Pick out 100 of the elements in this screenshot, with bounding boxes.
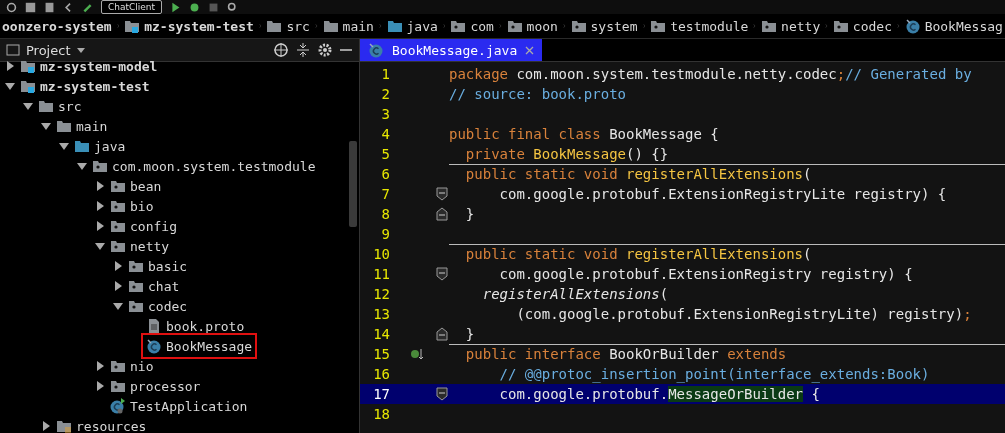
breadcrumb-item[interactable]: oonzero-system	[0, 18, 114, 34]
class-icon	[904, 18, 921, 34]
collapsed-arrow-icon[interactable]	[4, 60, 16, 72]
code-line: registerAllExtensions(	[481, 286, 669, 302]
expanded-arrow-icon[interactable]	[94, 240, 106, 252]
code-line: }	[464, 206, 475, 222]
package-folder-icon	[128, 258, 144, 274]
line-number: 10	[372, 246, 391, 262]
collapse-all-icon[interactable]	[295, 42, 311, 58]
fold-marker-icon[interactable]	[436, 187, 448, 201]
module-folder-icon	[20, 58, 36, 74]
breadcrumb-item[interactable]: com	[448, 18, 496, 34]
folder-icon	[74, 138, 90, 154]
code-line: public interface BookOrBuilder extends	[464, 346, 787, 362]
line-number: 3	[380, 106, 391, 122]
tree-item-label[interactable]: nio	[130, 358, 154, 374]
code-line: com.google.protobuf.MessageOrBuilder {	[498, 386, 820, 402]
breadcrumb-item[interactable]: mz-system-test	[122, 18, 256, 34]
code-line: public final class BookMessage {	[448, 126, 719, 142]
fold-marker-icon[interactable]	[436, 387, 448, 401]
breadcrumb-item[interactable]: java	[384, 18, 440, 34]
collapsed-arrow-icon[interactable]	[94, 180, 106, 192]
tree-item-label[interactable]: TestApplication	[130, 398, 248, 414]
close-icon[interactable]	[525, 45, 535, 55]
collapsed-arrow-icon[interactable]	[40, 420, 52, 432]
collapsed-arrow-icon[interactable]	[94, 200, 106, 212]
collapsed-arrow-icon[interactable]	[94, 220, 106, 232]
tree-item-label[interactable]: processor	[130, 378, 201, 394]
package-folder-icon	[761, 18, 778, 34]
panel-title[interactable]: Project	[26, 42, 71, 58]
package-folder-icon	[650, 18, 667, 34]
tree-item-label[interactable]: codec	[148, 298, 188, 314]
collapsed-arrow-icon[interactable]	[94, 360, 106, 372]
line-number: 7	[380, 186, 391, 202]
settings-icon[interactable]	[317, 42, 333, 58]
breadcrumb-item[interactable]: BookMessag	[902, 18, 1005, 34]
tree-item-label[interactable]: bean	[130, 178, 162, 194]
line-number: 18	[372, 406, 391, 422]
breadcrumb-item[interactable]: src	[264, 18, 312, 34]
code-line: com.google.protobuf.ExtensionRegistry registry) {	[498, 266, 913, 282]
collapsed-arrow-icon[interactable]	[112, 280, 124, 292]
folder-icon	[386, 18, 403, 34]
tree-item-label[interactable]: mz-system-test	[40, 78, 150, 94]
editor-tab[interactable]: BookMessage.java	[360, 39, 543, 61]
code-line: package com.moon.system.testmodule.netty.codec;// Generated by	[448, 66, 972, 82]
collapsed-arrow-icon[interactable]	[94, 380, 106, 392]
tree-item-label[interactable]: chat	[148, 278, 180, 294]
stop-icon[interactable]	[208, 1, 220, 13]
tree-item-label[interactable]: com.moon.system.testmodule	[112, 158, 316, 174]
package-folder-icon	[110, 218, 126, 234]
tree-item-label[interactable]: mz-system-model	[40, 58, 158, 74]
package-folder-icon	[110, 378, 126, 394]
package-folder-icon	[110, 358, 126, 374]
fold-marker-icon[interactable]	[436, 207, 448, 221]
run-configuration-dropdown[interactable]: ChatClient	[101, 0, 163, 14]
target-icon[interactable]	[273, 42, 289, 58]
tree-item-label[interactable]: src	[58, 98, 82, 114]
tree-item-label[interactable]: java	[94, 138, 126, 154]
breadcrumb-item[interactable]: moon	[504, 18, 560, 34]
line-number: 9	[380, 226, 391, 242]
line-number: 14	[372, 326, 391, 342]
tree-item-label[interactable]: netty	[130, 238, 170, 254]
expanded-arrow-icon[interactable]	[22, 100, 34, 112]
tree-item-label[interactable]: config	[130, 218, 177, 234]
save-icon[interactable]	[25, 1, 36, 13]
breadcrumb-item[interactable]: system	[568, 18, 640, 34]
tree-item-label[interactable]: book.proto	[166, 318, 245, 334]
collapsed-arrow-icon[interactable]	[112, 260, 124, 272]
breadcrumb-item[interactable]: testmodule	[648, 18, 751, 34]
tree-item-label[interactable]: bio	[130, 198, 154, 214]
breadcrumb-item[interactable]: codec	[830, 18, 894, 34]
expanded-arrow-icon[interactable]	[112, 300, 124, 312]
code-line: (com.google.protobuf.ExtensionRegistryLite) registry);	[515, 306, 972, 322]
scrollbar[interactable]	[349, 141, 357, 227]
breadcrumb-item[interactable]: main	[320, 18, 376, 34]
expanded-arrow-icon[interactable]	[4, 80, 16, 92]
expanded-arrow-icon[interactable]	[40, 120, 52, 132]
line-number: 16	[372, 366, 391, 382]
tree-item-label[interactable]: basic	[148, 258, 188, 274]
expanded-arrow-icon[interactable]	[76, 160, 88, 172]
folder-icon	[38, 98, 54, 114]
package-folder-icon	[128, 298, 144, 314]
package-folder-icon	[110, 238, 126, 254]
debug-icon[interactable]	[189, 1, 201, 13]
line-number: 11	[372, 266, 391, 282]
breadcrumb-item[interactable]: netty	[759, 18, 823, 34]
fold-marker-icon[interactable]	[436, 327, 448, 341]
package-folder-icon	[450, 18, 467, 34]
code-line: private BookMessage() {}	[464, 146, 669, 162]
tree-item-label[interactable]: main	[76, 118, 108, 134]
folder-icon	[266, 18, 283, 34]
tree-item-label[interactable]: resources	[76, 418, 147, 433]
line-number: 6	[380, 166, 391, 182]
line-number: 5	[380, 146, 391, 162]
dropdown-caret-icon[interactable]	[76, 45, 87, 55]
code-line: }	[464, 326, 475, 342]
tree-item-label[interactable]: BookMessage	[166, 338, 253, 354]
expanded-arrow-icon[interactable]	[58, 140, 70, 152]
implemented-marker-icon[interactable]	[410, 347, 424, 361]
fold-marker-icon[interactable]	[436, 267, 448, 281]
